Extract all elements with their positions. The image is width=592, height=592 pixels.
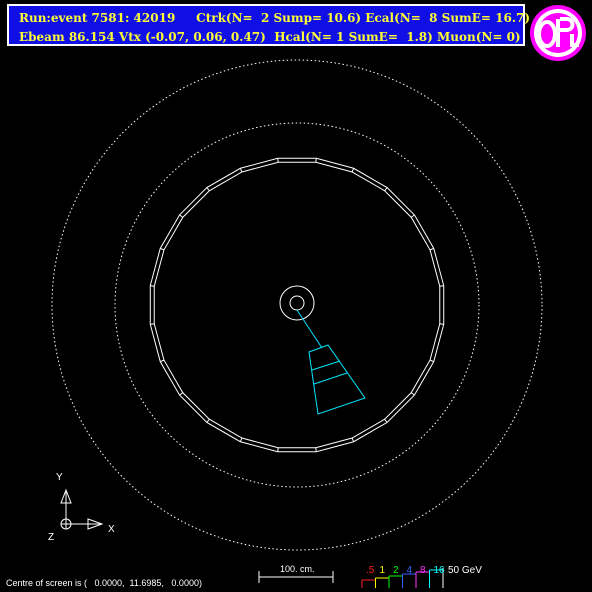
tower-segment-1 — [311, 360, 341, 371]
ecal-separator — [429, 247, 434, 251]
x-axis-label: X — [108, 524, 115, 535]
centre-of-screen-status: Centre of screen is ( 0.0000, 11.6985, 0… — [6, 578, 202, 588]
legend-value: 4 — [406, 565, 413, 576]
ecal-separator — [410, 392, 415, 396]
z-axis-label: Z — [48, 532, 55, 543]
event-header: Run:event 7581: 42019 Ctrk(N= 2 Sump= 10… — [7, 4, 530, 46]
ecal-separator — [206, 187, 210, 192]
tower-segment-2 — [313, 372, 348, 385]
legend-unit: 50 GeV — [448, 565, 482, 576]
ecal-separator — [179, 214, 184, 218]
ecal-separator — [384, 418, 388, 423]
legend-value: 1 — [379, 565, 386, 576]
ecal-separator — [315, 158, 317, 163]
ecal-separator — [160, 359, 165, 363]
legend-value: .5 — [366, 565, 375, 576]
ecal-separator — [410, 214, 415, 218]
ecal-separator — [239, 168, 243, 173]
hcal-ring — [114, 122, 480, 488]
ecal-separator — [429, 359, 434, 363]
ecal-separator — [150, 285, 155, 287]
ecal-separator — [179, 392, 184, 396]
legend-value: 16 — [433, 565, 445, 576]
ecal-separator — [439, 323, 444, 325]
ecal-polygon-inner — [153, 161, 441, 449]
ecal-separator — [150, 323, 155, 325]
ecal-separator — [351, 437, 355, 442]
ecal-block-separators — [150, 158, 444, 452]
ecal-separator — [206, 418, 210, 423]
ecal-separator — [277, 447, 279, 452]
ecal-polygon-outer — [149, 157, 445, 453]
legend-value: 2 — [393, 565, 399, 576]
charged-track — [296, 309, 323, 349]
legend-value: 8 — [420, 565, 426, 576]
ecal-separator — [277, 158, 279, 163]
y-axis-label: Y — [56, 472, 63, 483]
ecal-energy-tower — [308, 344, 366, 415]
ecal-separator — [239, 437, 243, 442]
ecal-separator — [160, 247, 165, 251]
ecal-separator — [351, 168, 355, 173]
scale-label: 100. cm. — [280, 564, 315, 574]
header-line-2: Ebeam 86.154 Vtx (-0.07, 0.06, 0.47) Hca… — [19, 30, 521, 44]
vertex-detector-circle — [289, 295, 305, 311]
event-display-canvas — [51, 59, 543, 588]
ecal-separator — [384, 187, 388, 192]
header-line-1: Run:event 7581: 42019 Ctrk(N= 2 Sump= 10… — [19, 11, 531, 25]
inner-detector-outer-circle — [279, 285, 315, 321]
ecal-separator — [315, 447, 317, 452]
muon-detector-ring — [51, 59, 543, 551]
opal-logo — [530, 5, 586, 61]
ecal-separator — [439, 285, 444, 287]
